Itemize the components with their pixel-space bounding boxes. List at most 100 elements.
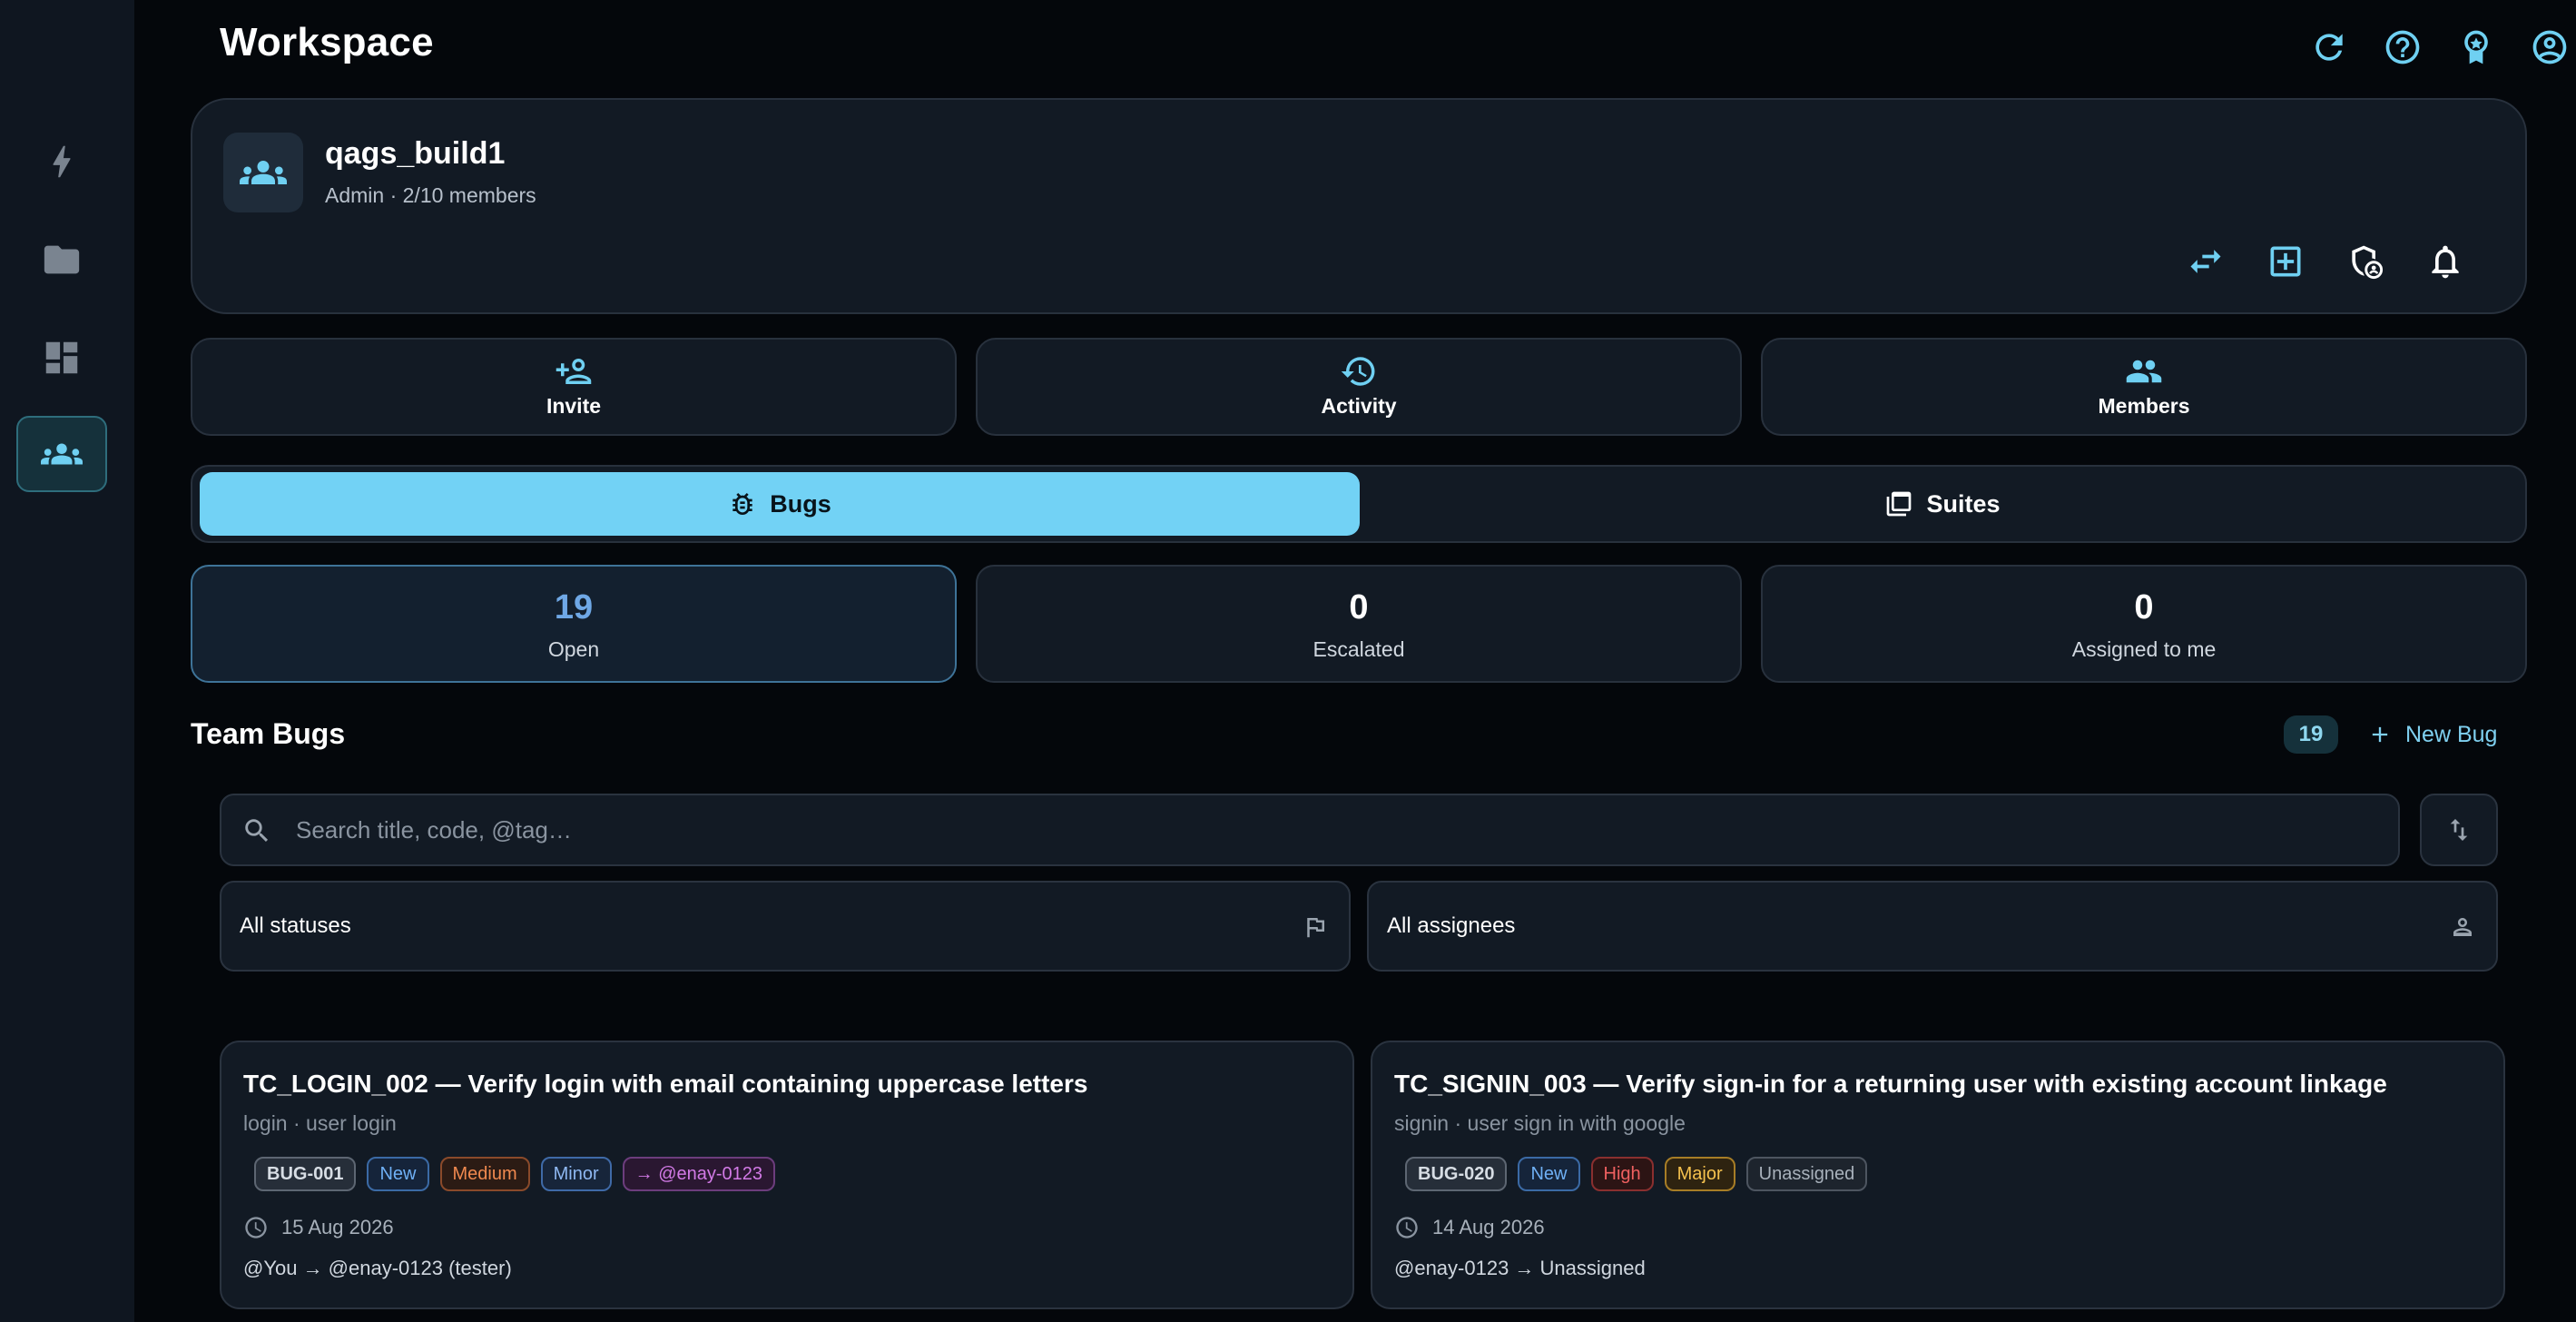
bug-icon xyxy=(732,493,752,515)
help-icon xyxy=(2385,30,2420,64)
clock-icon xyxy=(1396,1217,1418,1238)
dashboard-icon xyxy=(45,341,78,374)
assignee-filter[interactable]: All assignees xyxy=(1367,881,2498,972)
refresh-button[interactable] xyxy=(2304,22,2355,73)
notifications-button[interactable] xyxy=(2420,236,2471,287)
status-chip: New xyxy=(1518,1157,1580,1191)
members-button[interactable]: Members xyxy=(1761,338,2527,436)
members-label: Members xyxy=(2098,394,2190,418)
tab-bugs-label: Bugs xyxy=(770,489,831,518)
sort-icon xyxy=(2450,819,2468,841)
bug-date-text: 14 Aug 2026 xyxy=(1432,1216,1545,1238)
top-bar: Workspace xyxy=(134,0,2576,94)
rail-item-quick[interactable] xyxy=(16,123,107,200)
invite-button[interactable]: Invite xyxy=(191,338,957,436)
history-icon xyxy=(1341,357,1375,386)
new-bug-button[interactable]: New Bug xyxy=(2367,715,2497,754)
add-workspace-button[interactable] xyxy=(2260,236,2311,287)
team-bugs-title: Team Bugs xyxy=(191,717,346,750)
bugs-suites-toggle: Bugs Suites xyxy=(191,465,2527,543)
top-actions xyxy=(2304,22,2576,73)
severity-chip: Major xyxy=(1664,1157,1735,1191)
shield-user-icon xyxy=(2352,245,2384,280)
add-box-icon xyxy=(2270,246,2301,277)
stat-assigned-value: 0 xyxy=(2134,588,2154,626)
bolt-icon xyxy=(53,145,71,178)
status-chip: New xyxy=(367,1157,429,1191)
bug-code-chip: BUG-020 xyxy=(1405,1157,1508,1191)
bug-assignment-flow: @You → @enay-0123 (tester) xyxy=(243,1257,512,1279)
library-icon xyxy=(1887,491,1912,517)
stat-escalated-label: Escalated xyxy=(1313,637,1405,661)
search-box xyxy=(220,794,2400,866)
tab-suites[interactable]: Suites xyxy=(1363,472,2522,536)
workspace-card: qags_build1 Admin · 2/10 members xyxy=(191,98,2527,314)
stat-assigned[interactable]: 0 Assigned to me xyxy=(1761,565,2527,683)
plus-icon xyxy=(2372,726,2388,743)
activity-button[interactable]: Activity xyxy=(976,338,1742,436)
bell-icon xyxy=(2432,245,2459,279)
tab-bugs[interactable]: Bugs xyxy=(200,472,1360,536)
bug-chips: BUG-001 New Medium Minor → @enay-0123 xyxy=(254,1157,776,1191)
app-title: Workspace xyxy=(220,20,434,64)
stat-escalated[interactable]: 0 Escalated xyxy=(976,565,1742,683)
groups-icon xyxy=(240,161,287,184)
groups-icon xyxy=(2126,360,2162,383)
assignee-chip: Unassigned xyxy=(1745,1157,1868,1191)
priority-chip: Medium xyxy=(439,1157,530,1191)
bug-subtitle: login · user login xyxy=(243,1111,397,1135)
search-icon xyxy=(245,819,269,843)
priority-chip: High xyxy=(1590,1157,1654,1191)
clock-icon xyxy=(245,1217,267,1238)
flag-icon xyxy=(1307,918,1324,938)
severity-chip: Minor xyxy=(540,1157,612,1191)
admin-permissions-button[interactable] xyxy=(2340,236,2391,287)
workspace-avatar xyxy=(223,133,303,212)
status-filter-value: All statuses xyxy=(240,913,351,938)
workspace-subtitle: Admin · 2/10 members xyxy=(325,183,536,207)
rail-item-teams[interactable] xyxy=(16,416,107,492)
account-icon xyxy=(2532,30,2567,64)
assignee-chip: → @enay-0123 xyxy=(622,1157,776,1191)
refresh-icon xyxy=(2315,34,2343,61)
bug-subtitle: signin · user sign in with google xyxy=(1394,1111,1686,1135)
badge-star-icon xyxy=(2464,30,2488,64)
nav-rail xyxy=(0,0,134,1322)
stat-escalated-value: 0 xyxy=(1349,588,1369,626)
workspace-actions xyxy=(2180,236,2480,287)
stat-open[interactable]: 19 Open xyxy=(191,565,957,683)
bug-date: 15 Aug 2026 xyxy=(243,1215,394,1240)
bug-chips: BUG-020 New High Major Unassigned xyxy=(1405,1157,1868,1191)
new-bug-label: New Bug xyxy=(2405,721,2498,747)
bug-date-text: 15 Aug 2026 xyxy=(281,1216,394,1238)
assignee-filter-value: All assignees xyxy=(1387,913,1516,938)
stat-open-value: 19 xyxy=(554,588,594,626)
sort-button[interactable] xyxy=(2420,794,2498,866)
swap-icon xyxy=(2190,250,2221,273)
person-icon xyxy=(2453,918,2472,936)
groups-icon xyxy=(41,443,83,465)
main-content: qags_build1 Admin · 2/10 members Invite … xyxy=(134,94,2576,1322)
activity-label: Activity xyxy=(1321,394,1397,418)
badges-button[interactable] xyxy=(2451,22,2502,73)
bug-card[interactable]: TC_SIGNIN_003 — Verify sign-in for a ret… xyxy=(1371,1041,2505,1309)
bug-date: 14 Aug 2026 xyxy=(1394,1215,1545,1240)
help-button[interactable] xyxy=(2377,22,2428,73)
bugs-count-badge: 19 xyxy=(2284,715,2338,754)
search-input[interactable] xyxy=(296,795,2384,864)
switch-workspace-button[interactable] xyxy=(2180,236,2231,287)
stat-assigned-label: Assigned to me xyxy=(2071,637,2217,661)
bug-title: TC_SIGNIN_003 — Verify sign-in for a ret… xyxy=(1394,1070,2387,1098)
tab-suites-label: Suites xyxy=(1926,489,2001,518)
workspace-name: qags_build1 xyxy=(325,136,506,171)
folder-icon xyxy=(44,245,80,274)
bug-code-chip: BUG-001 xyxy=(254,1157,357,1191)
rail-item-files[interactable] xyxy=(16,222,107,298)
status-filter[interactable]: All statuses xyxy=(220,881,1351,972)
bug-card[interactable]: TC_LOGIN_002 — Verify login with email c… xyxy=(220,1041,1354,1309)
rail-item-dashboard[interactable] xyxy=(16,320,107,396)
bug-assignment-flow: @enay-0123 → Unassigned xyxy=(1394,1257,1646,1279)
stat-open-label: Open xyxy=(547,637,600,661)
account-button[interactable] xyxy=(2524,22,2575,73)
bug-title: TC_LOGIN_002 — Verify login with email c… xyxy=(243,1070,1088,1098)
